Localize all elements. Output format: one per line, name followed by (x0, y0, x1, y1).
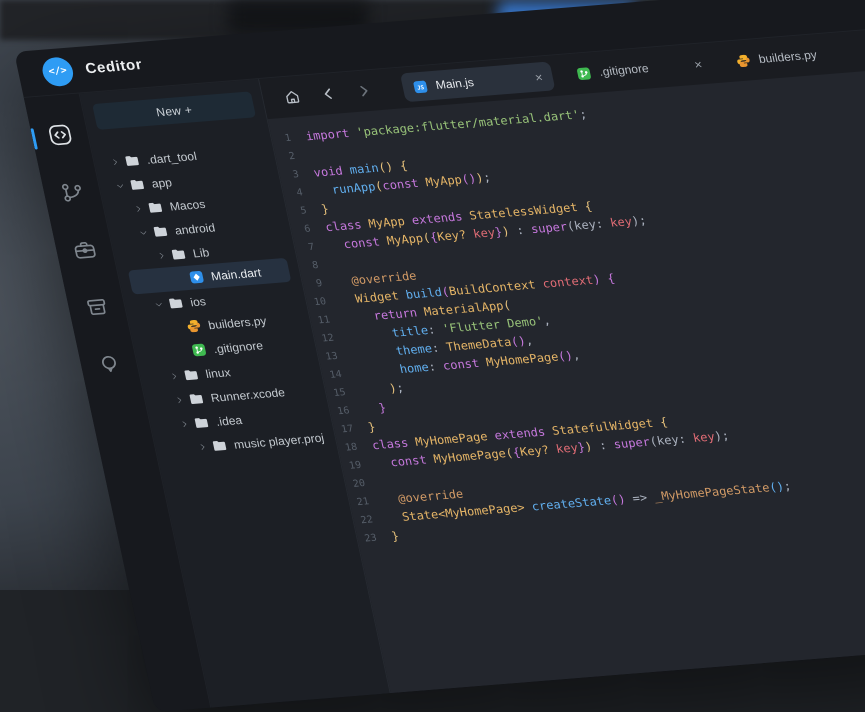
code-icon (45, 122, 75, 152)
tree-item-label: Runner.xcode (209, 385, 286, 404)
tree-item-label: Macos (168, 197, 206, 213)
code-text: ); (359, 379, 406, 401)
tree-item-label: ios (189, 294, 207, 309)
folder-icon (123, 153, 141, 169)
branch-icon (57, 179, 87, 209)
folder-icon (167, 295, 185, 311)
jsfile-file-icon: JS (411, 79, 429, 95)
tree-item-label: Main.dart (210, 265, 263, 282)
archive-icon (82, 294, 112, 324)
tree-item-label: .gitignore (212, 338, 264, 355)
activity-toolbox-button[interactable] (64, 234, 105, 269)
activity-ideas-button[interactable] (89, 349, 130, 384)
tab-label: .gitignore (598, 61, 650, 78)
folder-icon (151, 224, 169, 240)
code-text: } (362, 399, 388, 419)
tree-item-label: .idea (214, 413, 243, 428)
new-file-button[interactable]: New + (92, 91, 256, 130)
folder-icon (192, 415, 210, 431)
bulb-icon (94, 352, 124, 382)
nav-back-button[interactable] (313, 80, 344, 107)
tab-label: Main.js (434, 75, 475, 91)
git-icon (190, 342, 208, 358)
activity-explorer-button[interactable] (40, 119, 81, 154)
tab-close-icon[interactable]: × (851, 44, 865, 58)
indent-spacer (175, 278, 189, 279)
folder-icon (211, 438, 229, 454)
tab-gitignore[interactable]: .gitignore × (563, 49, 715, 89)
indent-spacer (178, 351, 192, 352)
home-icon[interactable] (277, 83, 308, 110)
tab-main-js[interactable]: JS Main.js × (400, 61, 556, 102)
python-file-icon (734, 53, 752, 69)
nav-forward-button[interactable] (348, 78, 379, 105)
indent-spacer (172, 327, 186, 328)
folder-icon (187, 391, 205, 407)
tree-item-label: builders.py (207, 314, 268, 332)
tree-item-label: android (173, 220, 216, 237)
editor-window-scene: </> Ceditor × New + .dart_toolapp Macos an… (14, 0, 865, 712)
tab-label: builders.py (757, 48, 818, 66)
svg-text:JS: JS (417, 85, 425, 91)
activity-archive-button[interactable] (77, 291, 118, 326)
folder-icon (128, 177, 146, 193)
activity-source-control-button[interactable] (52, 177, 93, 212)
app-title: Ceditor (84, 56, 144, 77)
tree-item-label: app (150, 175, 173, 190)
python-icon (185, 318, 203, 334)
git-file-icon (575, 66, 593, 82)
folder-icon (182, 367, 200, 383)
tree-item-label: linux (204, 365, 231, 380)
tab-builders-py[interactable]: builders.py × (723, 35, 865, 76)
briefcase-icon (70, 237, 100, 267)
dart-icon (188, 269, 206, 285)
tree-item-label: .dart_tool (145, 149, 198, 166)
main-area: New + .dart_toolapp Macos android Lib Main.d… (24, 22, 865, 712)
tree-item-label: music player.proj (233, 431, 326, 452)
tab-close-icon[interactable]: × (679, 58, 703, 72)
app-logo-icon: </> (40, 56, 76, 87)
folder-icon (146, 200, 164, 216)
folder-icon (170, 247, 188, 263)
editor-window: </> Ceditor × New + .dart_toolapp Macos an… (14, 0, 865, 712)
tree-item-label: Lib (192, 245, 211, 260)
tab-close-icon[interactable]: × (520, 70, 544, 84)
line-number: 23 (356, 528, 394, 549)
